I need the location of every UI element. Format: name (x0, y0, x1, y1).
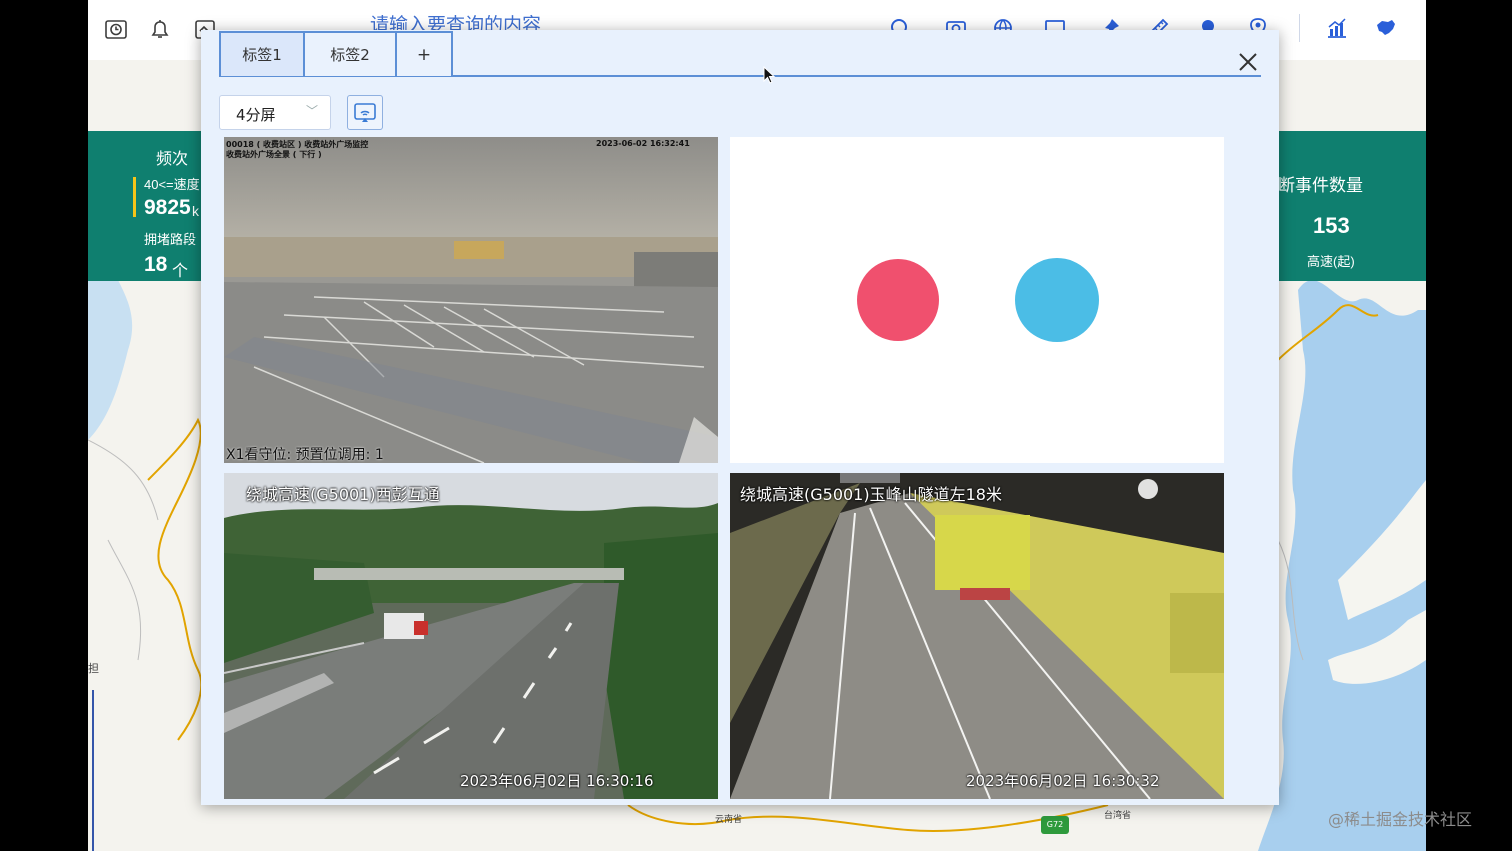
loading-dot-1 (857, 259, 939, 341)
screen: 云南省 台湾省 G72 担 请输入要查询的内容 频次 40<=速度 9825 k… (0, 0, 1512, 851)
layout-select-value: 4分屏 (236, 106, 276, 124)
video-cell-4[interactable]: 绕城高速(G5001)玉峰山隧道左18米 2023年06月02日 16:30:3… (730, 473, 1224, 799)
mouse-cursor (763, 65, 777, 86)
highway-video (224, 473, 718, 799)
camera-timestamp: 2023-06-02 16:32:41 (596, 139, 690, 148)
speed-label: 40<=速度 (144, 177, 200, 192)
map-label-yunnan: 云南省 (715, 815, 743, 825)
frequency-label: 频次 (156, 151, 189, 168)
stats-panel-left: 频次 40<=速度 9825 k 拥堵路段 18 个 (88, 131, 208, 281)
china-map-icon[interactable] (1374, 16, 1398, 40)
layout-select[interactable]: 4分屏 ﹀ (219, 95, 331, 130)
speed-value: 9825 (144, 196, 191, 219)
map-label-taiwan: 台湾省 (1104, 811, 1132, 821)
map-edge-label: 担 (88, 662, 99, 675)
events-count-title: 断事件数量 (1278, 176, 1363, 195)
tab-1[interactable]: 标签1 (219, 31, 305, 76)
loading-dot-2 (1015, 258, 1099, 342)
camera-title: 绕城高速(G5001)西彭互通 (246, 485, 440, 504)
bell-icon[interactable] (148, 17, 172, 41)
stats-panel-right: 断事件数量 153 高速(起) (1278, 131, 1426, 281)
congestion-label: 拥堵路段 (144, 232, 197, 247)
clock-icon[interactable] (104, 17, 128, 41)
toll-plaza-video (224, 137, 718, 463)
video-cell-1[interactable]: 00018 ( 收费站区 ) 收费站外广场监控 收费站外广场全景 ( 下行 ) … (224, 137, 718, 463)
camera-timestamp: 2023年06月02日 16:30:32 (966, 772, 1160, 790)
events-count-sublabel: 高速(起) (1307, 254, 1355, 269)
tab-bar: 标签1 标签2 + (219, 31, 1261, 77)
video-monitor-dialog: 标签1 标签2 + 4分屏 ﹀ 00018 (收费站区) 收费站外广场监控 … (201, 30, 1279, 805)
video-cell-2[interactable] (730, 137, 1224, 463)
cast-screen-button[interactable] (347, 95, 383, 130)
congestion-value: 18 (144, 253, 168, 276)
road-badge: G72 (1041, 816, 1069, 834)
add-tab-button[interactable]: + (395, 31, 453, 76)
camera-timestamp: 2023年06月02日 16:30:16 (460, 772, 654, 790)
congestion-unit: 个 (172, 263, 189, 280)
camera-title: 绕城高速(G5001)玉峰山隧道左18米 (740, 485, 1002, 504)
indicator-bar (133, 177, 136, 217)
camera-info-line-2: 收费站外广场全景 ( 下行 ) (226, 150, 322, 159)
cast-screen-icon (354, 102, 376, 122)
tunnel-video (730, 473, 1224, 799)
speed-unit: k (192, 203, 199, 219)
events-count-value: 153 (1313, 213, 1350, 238)
watermark: @稀土掘金技术社区 (1328, 810, 1473, 829)
close-icon[interactable] (1236, 50, 1260, 74)
tab-2[interactable]: 标签2 (303, 31, 397, 76)
chevron-down-icon: ﹀ (306, 104, 319, 118)
video-cell-3[interactable]: 绕城高速(G5001)西彭互通 2023年06月02日 16:30:16 (224, 473, 718, 799)
camera-preset-info: X1看守位: 预置位调用: 1 (226, 447, 384, 463)
chart-icon[interactable] (1325, 16, 1349, 40)
toolbar-divider (1299, 14, 1300, 42)
